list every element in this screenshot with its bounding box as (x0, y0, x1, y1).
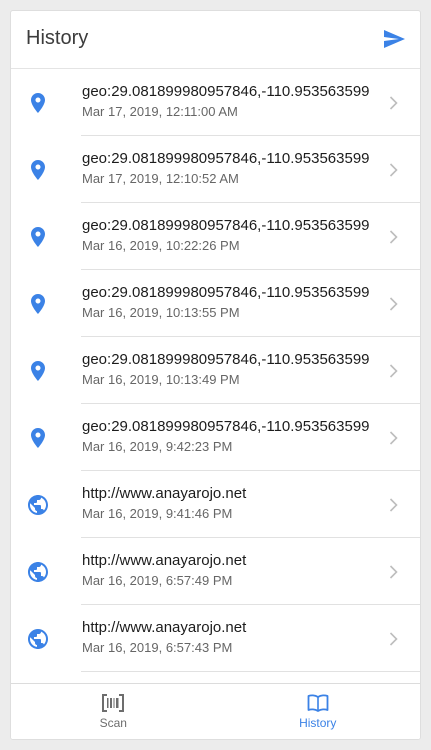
tab-history[interactable]: History (216, 684, 421, 739)
tab-scan-label: Scan (99, 716, 127, 730)
list-item[interactable]: geo:29.081899980957846,-110.953563599 Mar… (11, 203, 420, 270)
chevron-right-icon (389, 632, 398, 646)
list-item-content: geo:29.081899980957846,-110.953563599 (82, 217, 370, 234)
divider (81, 671, 420, 672)
list-item-date: Mar 16, 2019, 6:57:43 PM (82, 640, 233, 655)
barcode-icon (102, 694, 125, 712)
location-pin-icon (31, 93, 45, 113)
list-item[interactable]: geo:29.081899980957846,-110.953563599 Mar… (11, 404, 420, 471)
list-item-text: http://www.anayarojo.net Mar 16, 2019, 6:… (82, 618, 385, 657)
list-item-text: http://www.anayarojo.net Mar 16, 2019, 9:… (82, 484, 385, 523)
list-item-content: http://www.anayarojo.net (82, 485, 247, 502)
list-item[interactable]: geo:29.081899980957846,-110.953563599 Mar… (11, 136, 420, 203)
book-icon (307, 694, 329, 712)
send-icon[interactable] (382, 27, 406, 51)
list-item-text: geo:29.081899980957846,-110.953563599 Mar… (82, 216, 385, 255)
list-item[interactable]: http://www.anayarojo.net Mar 16, 2019, 6:… (11, 605, 420, 672)
list-item-text: geo:29.081899980957846,-110.953563599 Mar… (82, 149, 385, 188)
list-item-text: geo:29.081899980957846,-110.953563599 Mar… (82, 283, 385, 322)
location-pin-icon (31, 428, 45, 448)
location-pin-icon (31, 227, 45, 247)
chevron-right-icon (389, 431, 398, 445)
list-item[interactable]: geo:29.081899980957846,-110.953563599 Mar… (11, 270, 420, 337)
header: History (11, 11, 420, 69)
list-item-text: geo:29.081899980957846,-110.953563599 Mar… (82, 417, 385, 456)
chevron-right-icon (389, 297, 398, 311)
list-item-content: geo:29.081899980957846,-110.953563599 (82, 351, 370, 368)
list-item-date: Mar 16, 2019, 10:13:55 PM (82, 305, 240, 320)
list-item[interactable]: geo:29.081899980957846,-110.953563599 Mar… (11, 69, 420, 136)
list-item[interactable]: http://www.anayarojo.net Mar 16, 2019, 9:… (11, 471, 420, 538)
app-card: History geo:29.081899980957846,-110.9535… (10, 10, 421, 740)
list-item-text: geo:29.081899980957846,-110.953563599 Mar… (82, 82, 385, 121)
location-pin-icon (31, 294, 45, 314)
list-item-content: http://www.anayarojo.net (82, 619, 247, 636)
list-item-content: geo:29.081899980957846,-110.953563599 (82, 150, 370, 167)
tab-scan[interactable]: Scan (11, 684, 216, 739)
list-item-content: geo:29.081899980957846,-110.953563599 (82, 284, 370, 301)
location-pin-icon (31, 361, 45, 381)
list-item[interactable]: geo:29.081899980957846,-110.953563599 Mar… (11, 337, 420, 404)
tab-bar: Scan History (11, 683, 420, 739)
tab-history-label: History (299, 716, 337, 730)
chevron-right-icon (389, 96, 398, 110)
list-item-date: Mar 16, 2019, 10:22:26 PM (82, 238, 240, 253)
list-item-content: geo:29.081899980957846,-110.953563599 (82, 83, 370, 100)
history-list: geo:29.081899980957846,-110.953563599 Mar… (11, 69, 420, 685)
list-item[interactable]: http://www.anayarojo.net Mar 16, 2019, 6:… (11, 538, 420, 605)
chevron-right-icon (389, 498, 398, 512)
location-pin-icon (31, 160, 45, 180)
list-item-date: Mar 16, 2019, 10:13:49 PM (82, 372, 240, 387)
page-title: History (26, 27, 89, 49)
chevron-right-icon (389, 364, 398, 378)
chevron-right-icon (389, 230, 398, 244)
list-item-content: geo:29.081899980957846,-110.953563599 (82, 418, 370, 435)
list-item-date: Mar 16, 2019, 9:42:23 PM (82, 439, 233, 454)
globe-icon (28, 629, 48, 649)
chevron-right-icon (389, 163, 398, 177)
chevron-right-icon (389, 565, 398, 579)
list-item-date: Mar 16, 2019, 6:57:49 PM (82, 573, 233, 588)
list-item-date: Mar 17, 2019, 12:10:52 AM (82, 171, 239, 186)
globe-icon (28, 495, 48, 515)
list-item-date: Mar 16, 2019, 9:41:46 PM (82, 506, 233, 521)
globe-icon (28, 562, 48, 582)
list-item-content: http://www.anayarojo.net (82, 552, 247, 569)
list-item-date: Mar 17, 2019, 12:11:00 AM (82, 104, 238, 119)
list-item-text: http://www.anayarojo.net Mar 16, 2019, 6:… (82, 551, 385, 590)
list-item-text: geo:29.081899980957846,-110.953563599 Mar… (82, 350, 385, 389)
